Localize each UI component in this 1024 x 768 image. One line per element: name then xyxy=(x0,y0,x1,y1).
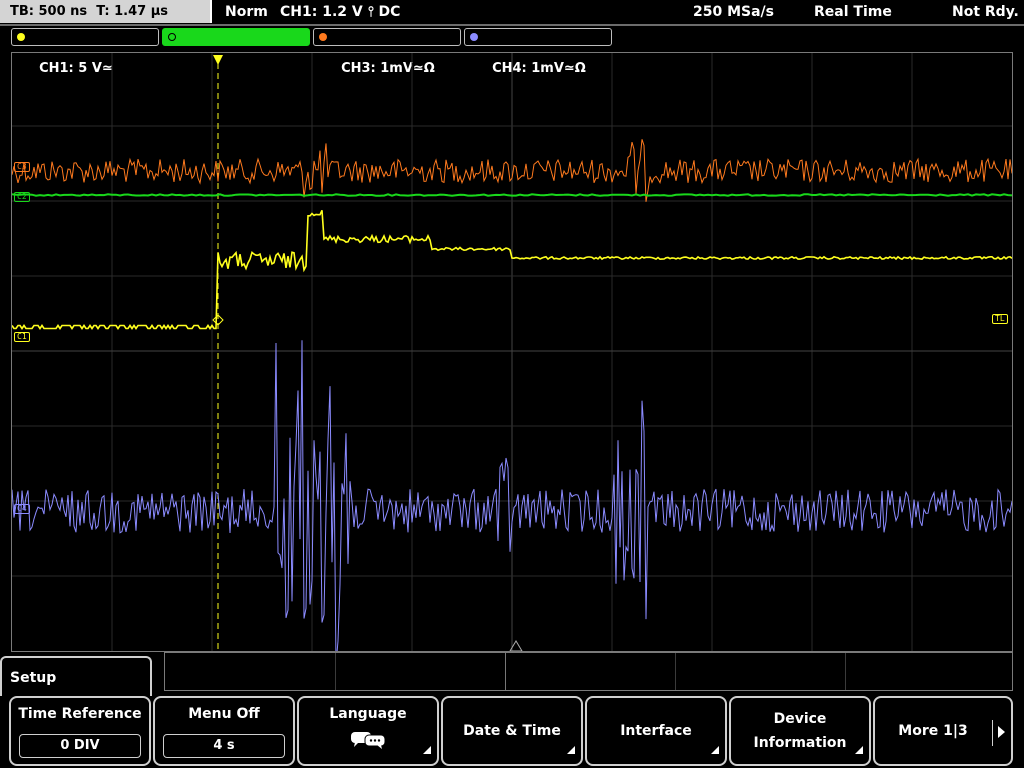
ch4-color-dot-icon xyxy=(470,33,478,41)
timebase-readout[interactable]: TB: 500 ns T: 1.47 µs xyxy=(0,0,212,23)
info-panel xyxy=(164,652,1013,691)
time-reference-softkey[interactable]: Time Reference 0 DIV xyxy=(9,696,151,766)
trigger-level-marker[interactable]: TL xyxy=(992,314,1008,324)
more-softkey[interactable]: More 1|3 xyxy=(873,696,1013,766)
next-page-arrow-icon xyxy=(998,726,1005,738)
time-reference-value: 0 DIV xyxy=(19,734,141,758)
channel-tab-ch2[interactable]: CH2: 20 mV≃Ω xyxy=(162,28,310,76)
softkey-label: Date & Time xyxy=(463,723,561,739)
panel-divider xyxy=(335,653,336,690)
menu-title-tab: Setup xyxy=(0,656,152,696)
submenu-corner-icon xyxy=(423,746,431,754)
acquisition-mode: Real Time xyxy=(814,4,892,20)
ch1-color-dot-icon xyxy=(17,33,25,41)
softkey-label-line1: Device xyxy=(773,711,827,727)
sample-rate: 250 MSa/s xyxy=(693,4,775,20)
graticule-grid xyxy=(12,53,1012,651)
submenu-corner-icon xyxy=(567,746,575,754)
waveform-display[interactable]: C3 C2 C1 C4 TL xyxy=(11,52,1013,652)
ch3-reference-marker[interactable]: C3 xyxy=(14,162,30,172)
channel-tab-ch1[interactable]: CH1: 5 V≃ xyxy=(11,28,159,76)
device-information-softkey[interactable]: Device Information xyxy=(729,696,871,766)
channel-tab-ch3[interactable]: CH3: 1mV≃Ω xyxy=(313,28,461,76)
softkey-label: Time Reference xyxy=(18,706,142,722)
channel-tab-ch4[interactable]: CH4: 1mV≃Ω xyxy=(464,28,612,76)
softkey-label-line2: Information xyxy=(753,735,847,751)
panel-divider xyxy=(505,653,506,690)
interface-softkey[interactable]: Interface xyxy=(585,696,727,766)
menu-off-softkey[interactable]: Menu Off 4 s xyxy=(153,696,295,766)
panel-divider xyxy=(675,653,676,690)
softkey-separator xyxy=(992,720,993,746)
status-divider xyxy=(0,24,1024,26)
date-time-softkey[interactable]: Date & Time xyxy=(441,696,583,766)
trigger-readout[interactable]: CH1: 1.2 V ⫯ DC xyxy=(280,0,400,24)
speech-bubbles-icon xyxy=(351,732,386,749)
waveform-canvas xyxy=(12,53,1012,651)
ch2-reference-marker[interactable]: C2 xyxy=(14,192,30,202)
softkey-label: Interface xyxy=(620,723,692,739)
menu-off-value: 4 s xyxy=(163,734,285,758)
status-bar: TB: 500 ns T: 1.47 µs Norm CH1: 1.2 V ⫯ … xyxy=(0,0,1024,24)
ch1-reference-marker[interactable]: C1 xyxy=(14,332,30,342)
submenu-corner-icon xyxy=(711,746,719,754)
submenu-corner-icon xyxy=(855,746,863,754)
ch2-color-dot-icon xyxy=(168,33,176,41)
softkey-label: Menu Off xyxy=(188,706,260,722)
trigger-position-marker-icon xyxy=(213,55,223,65)
softkey-label: Language xyxy=(329,706,407,722)
language-softkey[interactable]: Language xyxy=(297,696,439,766)
ch4-reference-marker[interactable]: C4 xyxy=(14,504,30,514)
ch3-color-dot-icon xyxy=(319,33,327,41)
trigger-mode[interactable]: Norm xyxy=(225,0,268,24)
ready-state: Not Rdy. xyxy=(952,4,1019,20)
panel-divider xyxy=(845,653,846,690)
softkey-label: More 1|3 xyxy=(898,723,968,739)
menu-title: Setup xyxy=(10,670,57,686)
